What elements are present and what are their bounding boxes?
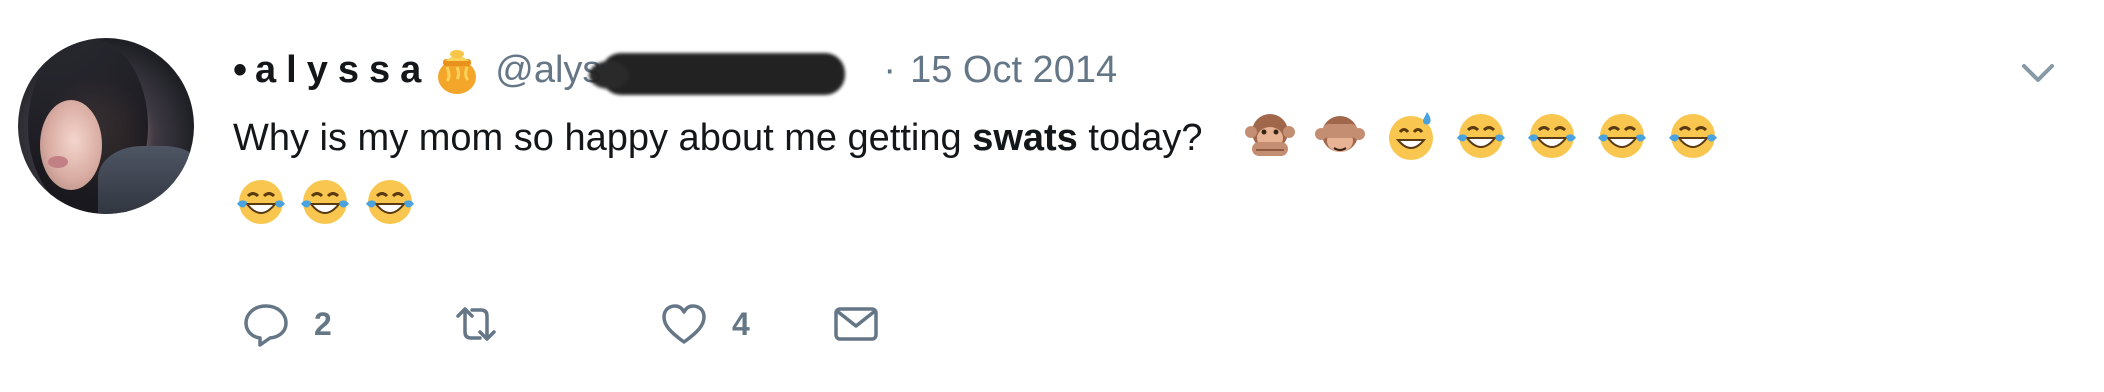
face-with-tears-of-joy-icon <box>1594 108 1650 164</box>
reply-count: 2 <box>314 305 332 342</box>
face-with-tears-of-joy-icon <box>297 174 353 230</box>
tweet-text-line2 <box>233 178 422 242</box>
speak-no-evil-monkey-icon <box>1242 108 1298 164</box>
like-count: 4 <box>732 305 750 342</box>
tweet-header: • alyssa @alys · 15 Oct 2014 <box>233 40 1117 100</box>
reply-icon <box>244 304 288 347</box>
chevron-down-icon[interactable] <box>2016 50 2060 94</box>
retweet-icon <box>456 307 496 341</box>
handle-redaction <box>589 52 846 95</box>
tweet-text-part2: today? <box>1077 117 1203 159</box>
display-name[interactable]: alyssa <box>255 49 431 92</box>
avatar-shoulder <box>98 146 194 214</box>
tweet-date[interactable]: 15 Oct 2014 <box>910 49 1117 92</box>
tweet-text-bold: swats <box>972 117 1078 159</box>
face-with-tears-of-joy-icon <box>362 174 418 230</box>
direct-message-button[interactable] <box>830 298 882 350</box>
tweet-text-part1: Why is my mom so happy about me getting <box>233 117 973 159</box>
tweet-text: Why is my mom so happy about me getting … <box>233 108 2053 168</box>
handle[interactable]: @alys <box>495 48 871 95</box>
name-bullet: • <box>233 47 248 92</box>
header-separator: · <box>883 48 897 91</box>
like-button[interactable]: 4 <box>658 298 750 350</box>
face-with-tears-of-joy-icon <box>233 174 289 230</box>
avatar-face <box>40 100 102 190</box>
heart-icon <box>662 304 706 344</box>
honey-pot-icon <box>435 45 479 95</box>
avatar-lips <box>48 156 68 168</box>
reply-button[interactable]: 2 <box>240 298 332 350</box>
avatar[interactable] <box>18 38 194 214</box>
envelope-icon <box>834 307 878 341</box>
tweet-actions: 2 4 <box>240 298 1240 354</box>
grinning-face-with-sweat-icon <box>1383 108 1439 164</box>
retweet-button[interactable] <box>450 298 502 350</box>
face-with-tears-of-joy-icon <box>1665 108 1721 164</box>
face-with-tears-of-joy-icon <box>1453 108 1509 164</box>
handle-text: @alys <box>495 48 602 91</box>
face-with-tears-of-joy-icon <box>1524 108 1580 164</box>
tweet[interactable]: • alyssa @alys · 15 Oct 2014 Why is my m… <box>0 0 2104 392</box>
see-no-evil-monkey-icon <box>1312 108 1368 164</box>
